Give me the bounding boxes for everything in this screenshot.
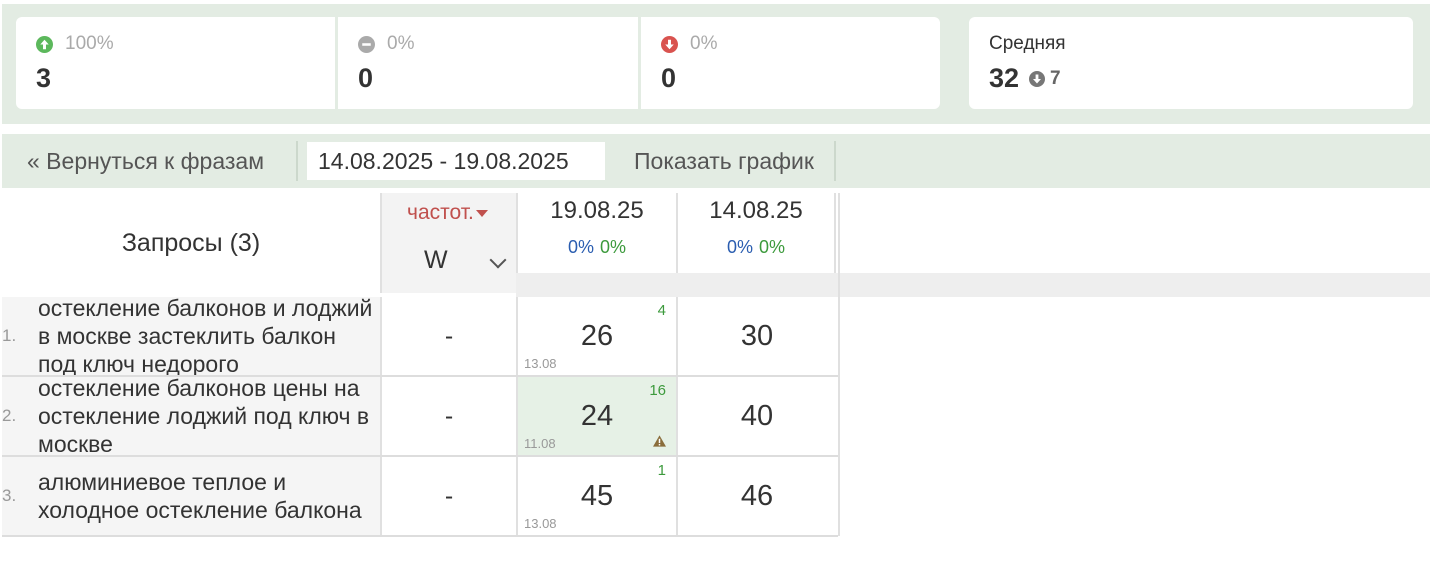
previous-date: 13.08 (524, 356, 557, 371)
stat-up-count: 3 (36, 63, 52, 93)
date-range-input[interactable] (307, 142, 605, 180)
positions-table: Запросы (3) частот. W 19.08.25 0% 0% 14.0… (2, 193, 1430, 564)
stats-summary: 100% 3 0% 0 0% 0 (16, 17, 940, 109)
chevron-down-icon (489, 251, 507, 269)
position-value: 30 (740, 320, 774, 352)
date-column-header[interactable]: 14.08.25 0% 0% (676, 193, 836, 273)
sort-desc-icon (475, 209, 488, 217)
table-row: 2. остекление балконов цены на остеклени… (2, 377, 838, 457)
position-change: 4 (657, 302, 666, 319)
date-column-pct-blue: 0% (567, 237, 594, 257)
stat-up[interactable]: 100% 3 (16, 17, 338, 109)
arrow-up-circle-icon (36, 35, 53, 53)
average-value: 32 (989, 63, 1020, 93)
date-column-header[interactable]: 19.08.25 0% 0% (516, 193, 676, 273)
position-change: 16 (649, 382, 666, 399)
frequency-sort[interactable]: частот. (407, 201, 488, 225)
previous-date: 13.08 (524, 516, 557, 531)
position-cell[interactable]: 45 1 13.08 (516, 457, 676, 535)
previous-date: 11.08 (524, 436, 556, 451)
position-value: 46 (740, 480, 774, 512)
date-column-date: 14.08.25 (709, 197, 803, 224)
query-text[interactable]: алюминиевое теплое и холодное остекление… (38, 457, 380, 535)
queries-header[interactable]: Запросы (3) (2, 193, 380, 293)
position-cell[interactable]: 46 (676, 457, 836, 535)
back-to-phrases-link[interactable]: « Вернуться к фразам (2, 141, 298, 181)
stats-panel: 100% 3 0% 0 0% 0 Средняя 32 7 (2, 4, 1430, 124)
average-title: Средняя (989, 33, 1066, 54)
arrow-down-circle-icon (661, 35, 678, 53)
stat-same-percent: 0% (387, 33, 415, 54)
position-cell[interactable]: 26 4 13.08 (516, 297, 676, 375)
header-divider-strip (516, 273, 1430, 297)
show-chart-button[interactable]: Показать график (605, 141, 836, 181)
table-row: 1. остекление балконов и лоджий в москве… (2, 297, 838, 377)
position-cell[interactable]: 24 16 11.08 (516, 377, 676, 455)
date-column-pct-green: 0% (600, 237, 627, 257)
stat-up-percent: 100% (65, 33, 114, 54)
stat-down-percent: 0% (690, 33, 718, 54)
row-number: 1. (2, 297, 38, 375)
frequency-header-label: частот. (407, 201, 474, 224)
frequency-type-select[interactable]: W (382, 232, 518, 293)
average-card: Средняя 32 7 (969, 17, 1413, 109)
arrow-down-circle-icon (1029, 70, 1046, 87)
stat-same-count: 0 (358, 63, 374, 93)
minus-circle-icon (358, 35, 375, 53)
row-number: 2. (2, 377, 38, 455)
frequency-cell: - (380, 377, 516, 455)
date-column-pct-green: 0% (759, 237, 786, 257)
date-column-pct-blue: 0% (726, 237, 753, 257)
frequency-header: частот. W (380, 193, 518, 293)
table-right-border (838, 193, 840, 536)
query-text[interactable]: остекление балконов цены на остекление л… (38, 377, 380, 455)
position-change: 1 (657, 462, 666, 479)
date-column-date: 19.08.25 (550, 197, 644, 224)
stat-same[interactable]: 0% 0 (338, 17, 641, 109)
query-text[interactable]: остекление балконов и лоджий в москве за… (38, 297, 380, 375)
average-delta: 7 (1050, 67, 1061, 89)
position-value: 40 (740, 400, 774, 432)
position-cell[interactable]: 40 (676, 377, 836, 455)
row-number: 3. (2, 457, 38, 535)
toolbar: « Вернуться к фразам Показать график (2, 134, 1430, 188)
frequency-type-value: W (424, 246, 448, 274)
warning-icon (653, 435, 666, 447)
frequency-cell: - (380, 457, 516, 535)
frequency-cell: - (380, 297, 516, 375)
position-cell[interactable]: 30 (676, 297, 836, 375)
stat-down-count: 0 (661, 63, 677, 93)
table-row: 3. алюминиевое теплое и холодное остекле… (2, 457, 838, 537)
stat-down[interactable]: 0% 0 (641, 17, 940, 109)
